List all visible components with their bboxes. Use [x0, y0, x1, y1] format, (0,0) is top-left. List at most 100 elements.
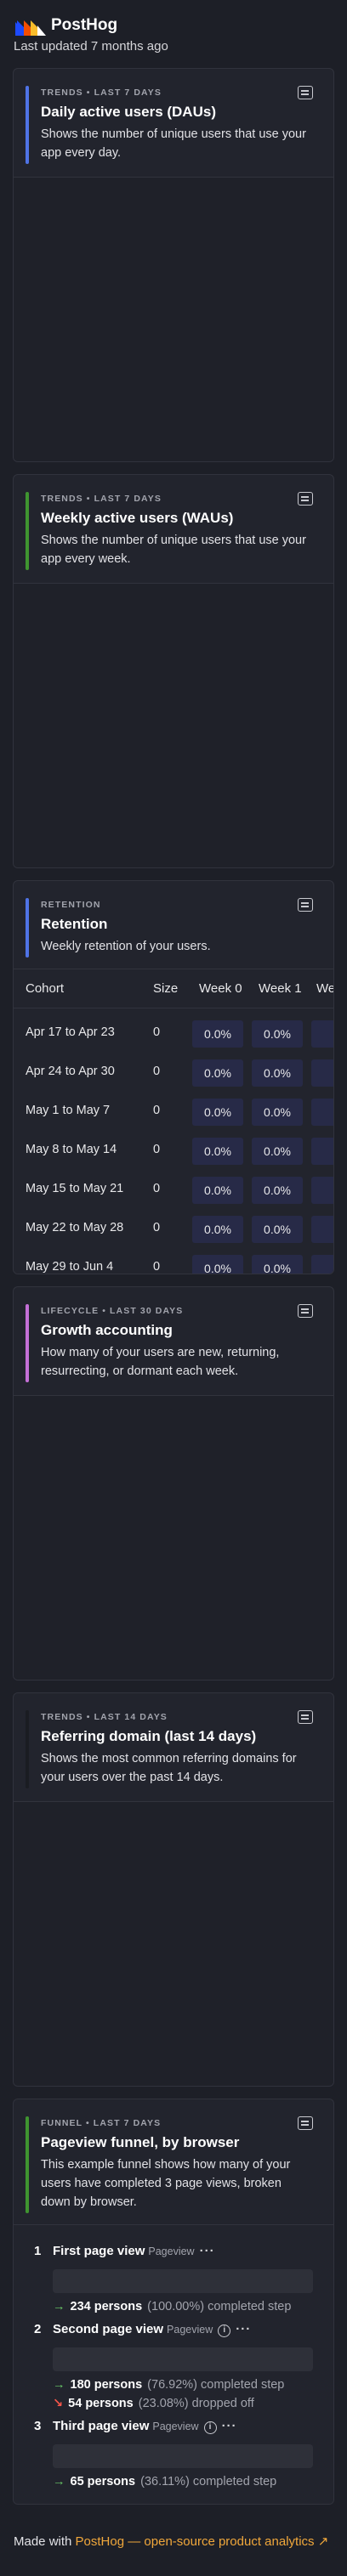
- card-title[interactable]: Weekly active users (WAUs): [41, 510, 233, 527]
- notes-icon[interactable]: [298, 1304, 313, 1318]
- notes-icon[interactable]: [298, 86, 313, 99]
- step-completed: → 180 persons (76.92%) completed step: [53, 2378, 285, 2392]
- card-accent: [26, 898, 29, 958]
- card-description: Shows the number of unique users that us…: [41, 127, 306, 160]
- card-eyebrow: LIFECYCLE • LAST 30 DAYS: [41, 1306, 184, 1316]
- week-1-cell: 0.0%: [252, 1099, 303, 1126]
- arrow-down-right-icon: ↘: [53, 2397, 64, 2410]
- week-2-cell: [311, 1177, 333, 1204]
- notes-icon[interactable]: [298, 2116, 313, 2130]
- size-cell: 0: [153, 1143, 161, 1156]
- card-title[interactable]: Referring domain (last 14 days): [41, 1728, 256, 1745]
- card-title[interactable]: Pageview funnel, by browser: [41, 2134, 239, 2151]
- insight-card-lifecycle[interactable]: LIFECYCLE • LAST 30 DAYS Growth accounti…: [13, 1286, 334, 1681]
- col-week-1: Week 1: [259, 981, 302, 996]
- brand-name: PostHog: [51, 16, 118, 34]
- table-row: May 8 to May 14 0 0.0% 0.0%: [14, 1131, 333, 1170]
- week-0-cell: 0.0%: [192, 1177, 243, 1204]
- week-2-cell: [311, 1020, 333, 1048]
- cohort-cell: May 15 to May 21: [26, 1182, 124, 1195]
- col-week-0: Week 0: [199, 981, 242, 996]
- chart-area: [14, 584, 333, 867]
- step-number: 2: [34, 2322, 42, 2336]
- posthog-link[interactable]: PostHog — open-source product analytics …: [76, 2534, 329, 2549]
- funnel-steps: 1 First page view Pageview ··· → 234 person…: [14, 2225, 333, 2504]
- external-link-icon: ↗: [317, 2534, 329, 2549]
- arrow-right-icon: →: [53, 2475, 65, 2488]
- size-cell: 0: [153, 1221, 161, 1234]
- info-icon[interactable]: i: [203, 2421, 217, 2434]
- info-icon[interactable]: i: [218, 2325, 231, 2337]
- step-name: Third page view Pageview i ···: [53, 2419, 237, 2434]
- size-cell: 0: [153, 1104, 161, 1117]
- step-number: 3: [34, 2419, 42, 2433]
- step-completed: → 65 persons (36.11%) completed step: [53, 2475, 277, 2488]
- card-title[interactable]: Daily active users (DAUs): [41, 104, 216, 121]
- card-accent: [26, 492, 29, 570]
- week-1-cell: 0.0%: [252, 1255, 303, 1274]
- step-event: Pageview: [167, 2324, 213, 2336]
- step-name: Second page view Pageview i ···: [53, 2322, 252, 2337]
- more-icon[interactable]: ···: [236, 2322, 251, 2336]
- card-eyebrow: RETENTION: [41, 900, 101, 910]
- insight-card-funnel[interactable]: FUNNEL • LAST 7 DAYS Pageview funnel, by…: [13, 2099, 334, 2505]
- more-icon[interactable]: ···: [200, 2244, 215, 2258]
- week-2-cell: [311, 1255, 333, 1274]
- insight-card-dau[interactable]: TRENDS • LAST 7 DAYS Daily active users …: [13, 68, 334, 462]
- step-completed: → 234 persons (100.00%) completed step: [53, 2300, 292, 2313]
- step-name: First page view Pageview ···: [53, 2244, 215, 2258]
- notes-icon[interactable]: [298, 1710, 313, 1724]
- table-row: May 29 to Jun 4 0 0.0% 0.0%: [14, 1248, 333, 1274]
- card-header: FUNNEL • LAST 7 DAYS Pageview funnel, by…: [14, 2099, 333, 2225]
- dashboard-header: PostHog Last updated 7 months ago: [0, 0, 347, 66]
- table-row: Apr 17 to Apr 23 0 0.0% 0.0%: [14, 1014, 333, 1053]
- week-2-cell: [311, 1216, 333, 1243]
- cohort-cell: May 29 to Jun 4: [26, 1260, 114, 1274]
- card-header: TRENDS • LAST 14 DAYS Referring domain (…: [14, 1693, 333, 1802]
- cohort-cell: May 8 to May 14: [26, 1143, 117, 1156]
- insight-card-wau[interactable]: TRENDS • LAST 7 DAYS Weekly active users…: [13, 474, 334, 868]
- step-dropped: ↘ 54 persons (23.08%) dropped off: [53, 2397, 254, 2410]
- chart-area: [14, 178, 333, 461]
- more-icon[interactable]: ···: [222, 2419, 237, 2433]
- week-2-cell: [311, 1059, 333, 1087]
- week-0-cell: 0.0%: [192, 1059, 243, 1087]
- card-eyebrow: TRENDS • LAST 14 DAYS: [41, 1712, 168, 1722]
- card-title[interactable]: Growth accounting: [41, 1322, 173, 1339]
- arrow-right-icon: →: [53, 2378, 65, 2392]
- card-header: LIFECYCLE • LAST 30 DAYS Growth accounti…: [14, 1287, 333, 1396]
- card-title[interactable]: Retention: [41, 916, 107, 933]
- card-eyebrow: TRENDS • LAST 7 DAYS: [41, 88, 162, 98]
- chart-area: [14, 1802, 333, 2086]
- insight-card-retention[interactable]: RETENTION Retention Weekly retention of …: [13, 880, 334, 1274]
- table-row: Apr 24 to Apr 30 0 0.0% 0.0%: [14, 1053, 333, 1092]
- table-row: May 15 to May 21 0 0.0% 0.0%: [14, 1170, 333, 1209]
- card-accent: [26, 1710, 29, 1788]
- card-accent: [26, 86, 29, 164]
- notes-icon[interactable]: [298, 492, 313, 506]
- insight-card-referring-domain[interactable]: TRENDS • LAST 14 DAYS Referring domain (…: [13, 1692, 334, 2087]
- card-header: TRENDS • LAST 7 DAYS Daily active users …: [14, 69, 333, 178]
- table-row: May 1 to May 7 0 0.0% 0.0%: [14, 1092, 333, 1131]
- week-0-cell: 0.0%: [192, 1020, 243, 1048]
- step-event: Pageview: [152, 2421, 199, 2432]
- last-updated: Last updated 7 months ago: [14, 39, 168, 54]
- week-0-cell: 0.0%: [192, 1255, 243, 1274]
- card-description: Weekly retention of your users.: [41, 940, 211, 953]
- card-description: This example funnel shows how many of yo…: [41, 2158, 291, 2209]
- card-header: TRENDS • LAST 7 DAYS Weekly active users…: [14, 475, 333, 584]
- card-description: Shows the number of unique users that us…: [41, 534, 306, 566]
- week-1-cell: 0.0%: [252, 1177, 303, 1204]
- step-bar: [53, 2347, 313, 2371]
- card-description: How many of your users are new, returnin…: [41, 1346, 280, 1378]
- col-week-2: We: [316, 981, 334, 996]
- posthog-logo-icon: [15, 20, 46, 36]
- cohort-cell: Apr 24 to Apr 30: [26, 1065, 115, 1078]
- notes-icon[interactable]: [298, 898, 313, 912]
- step-bar: [53, 2269, 313, 2293]
- card-accent: [26, 2116, 29, 2213]
- cohort-cell: May 1 to May 7: [26, 1104, 111, 1117]
- card-eyebrow: TRENDS • LAST 7 DAYS: [41, 494, 162, 504]
- week-1-cell: 0.0%: [252, 1216, 303, 1243]
- week-2-cell: [311, 1138, 333, 1165]
